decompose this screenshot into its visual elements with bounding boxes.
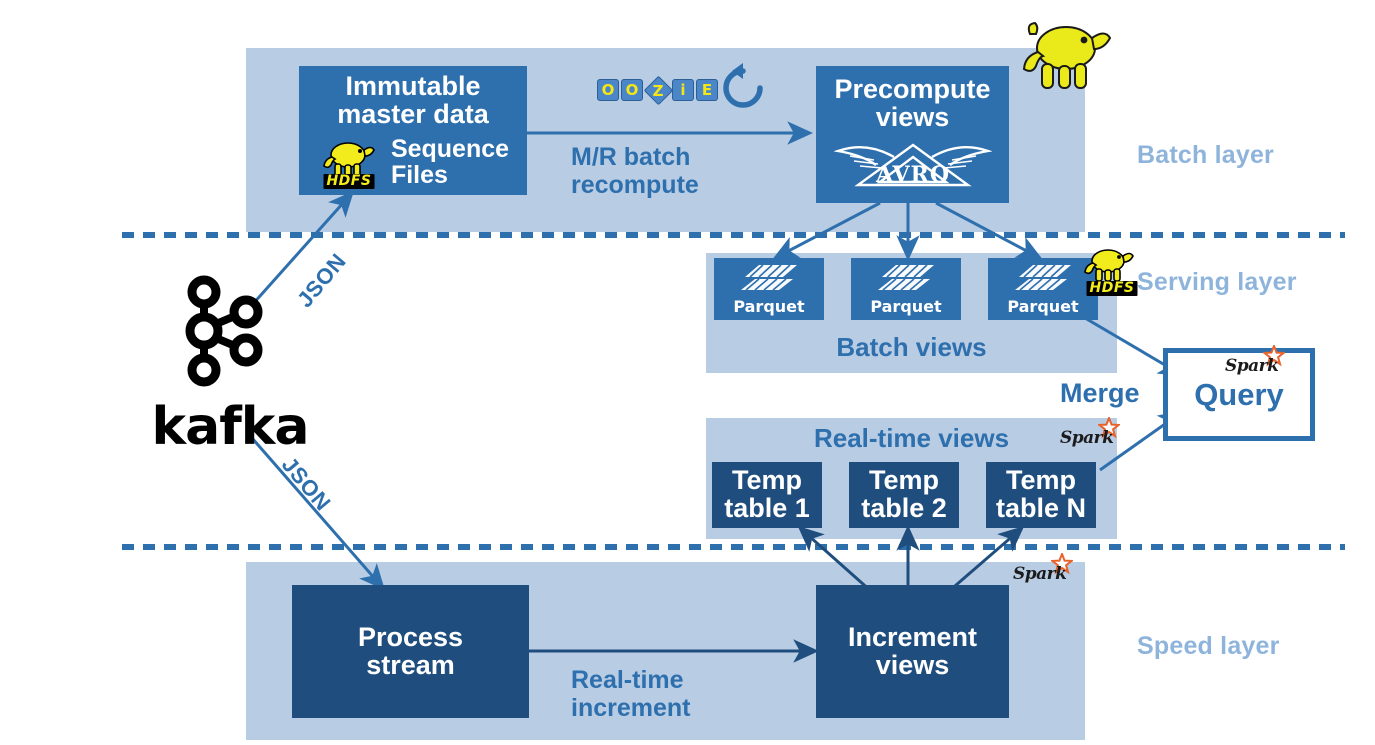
oozie-letter-4: E — [696, 79, 718, 101]
temp-table-1-label: Temp table 1 — [724, 465, 810, 523]
oozie-letter-3: i — [672, 79, 694, 101]
hdfs-logo-text: HDFS — [323, 173, 375, 189]
serving-layer-label: Serving layer — [1137, 268, 1297, 296]
parquet-label-1: Parquet — [733, 296, 805, 316]
oozie-scheduler-logo: O O Z i E — [597, 75, 720, 105]
spark-logo: Spark — [1225, 345, 1285, 376]
batch-views-group-label: Batch views — [836, 332, 987, 362]
hadoop-elephant-logo — [1022, 21, 1112, 89]
parquet-logo — [878, 264, 934, 291]
parquet-logo — [741, 264, 797, 291]
speed-layer-label: Speed layer — [1137, 632, 1280, 660]
process-stream-box[interactable]: Process stream — [292, 585, 529, 718]
process-stream-label: Process stream — [357, 621, 464, 680]
parquet-label-2: Parquet — [870, 296, 942, 316]
json-edge-label-speed: JSON — [276, 452, 336, 516]
parquet-label-3: Parquet — [1007, 296, 1079, 316]
increment-views-box[interactable]: Increment views — [816, 585, 1009, 718]
hdfs-logo: HDFS — [317, 138, 381, 189]
merge-label: Merge — [1060, 378, 1140, 408]
avro-logo: AVRO — [833, 143, 992, 188]
spark-logo-text: Spark — [1060, 428, 1114, 448]
temp-table-1-box[interactable]: Temp table 1 — [712, 462, 822, 528]
spark-logo: Spark — [1013, 553, 1073, 584]
oozie-letter-0: O — [597, 79, 619, 101]
spark-logo-text: Spark — [1013, 564, 1067, 584]
hdfs-logo: HDFS — [1080, 245, 1144, 296]
precompute-views-title: Precompute views — [834, 73, 991, 132]
precompute-views-box[interactable]: Precompute views AVRO — [816, 66, 1009, 203]
temp-table-2-box[interactable]: Temp table 2 — [849, 462, 959, 528]
hdfs-logo-text: HDFS — [1086, 280, 1138, 296]
temp-table-n-box[interactable]: Temp table N — [986, 462, 1096, 528]
increment-views-label: Increment views — [847, 621, 978, 680]
svg-text:AVRO: AVRO — [875, 162, 950, 188]
oozie-letter-2: Z — [643, 75, 674, 105]
temp-table-n-label: Temp table N — [995, 465, 1087, 523]
batch-view-parquet-2[interactable]: Parquet — [851, 258, 961, 320]
kafka-source: kafka — [150, 272, 310, 457]
kafka-logo — [185, 275, 263, 387]
lambda-architecture-diagram: kafka JSON JSON Immutable master data HD… — [0, 0, 1375, 745]
oozie-letter-1: O — [621, 79, 643, 101]
spark-logo: Spark — [1060, 417, 1120, 448]
refresh-loop-icon — [723, 63, 763, 108]
parquet-logo — [1015, 264, 1071, 291]
mr-batch-recompute-label: M/R batch recompute — [571, 143, 699, 199]
realtime-views-group-label: Real-time views — [813, 423, 1010, 453]
immutable-master-data-box[interactable]: Immutable master data HDFS Sequence File… — [299, 66, 527, 195]
query-label: Query — [1194, 376, 1284, 412]
spark-logo-text: Spark — [1225, 356, 1279, 376]
temp-table-2-label: Temp table 2 — [861, 465, 947, 523]
master-data-title: Immutable master data — [337, 71, 489, 129]
batch-layer-label: Batch layer — [1137, 141, 1274, 169]
master-data-storage-label: Sequence Files — [390, 135, 510, 189]
kafka-label: kafka — [151, 397, 310, 457]
realtime-increment-label: Real-time increment — [571, 666, 691, 722]
batch-view-parquet-1[interactable]: Parquet — [714, 258, 824, 320]
